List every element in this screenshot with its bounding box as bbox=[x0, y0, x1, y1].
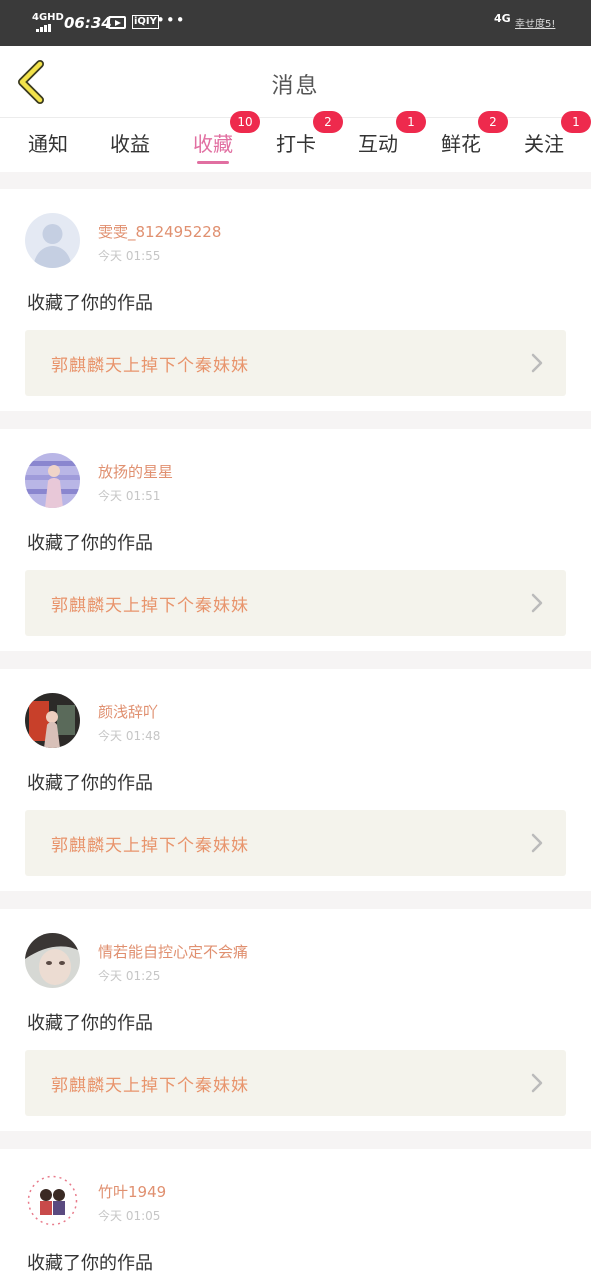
page-title: 消息 bbox=[271, 74, 320, 99]
video-notification-icon bbox=[108, 16, 126, 29]
username[interactable]: 放扬的星星 bbox=[98, 461, 173, 482]
action-text: 收藏了你的作品 bbox=[27, 533, 153, 554]
timestamp: 今天 01:48 bbox=[98, 729, 161, 743]
work-title: 郭麒麟天上掉下个秦妹妹 bbox=[51, 1076, 249, 1096]
work-title: 郭麒麟天上掉下个秦妹妹 bbox=[51, 356, 249, 376]
checkin-badge: 2 bbox=[313, 111, 343, 133]
username[interactable]: 颜浅辞吖 bbox=[98, 701, 158, 722]
avatar[interactable] bbox=[25, 1173, 80, 1228]
tab-label: 互动 bbox=[358, 132, 398, 156]
work-link[interactable]: 郭麒麟天上掉下个秦妹妹 bbox=[25, 330, 566, 396]
avatar[interactable] bbox=[25, 693, 80, 748]
tab-earnings[interactable]: 收益 bbox=[95, 128, 165, 157]
timestamp: 今天 01:55 bbox=[98, 249, 161, 263]
action-text: 收藏了你的作品 bbox=[27, 1253, 153, 1274]
work-title: 郭麒麟天上掉下个秦妹妹 bbox=[51, 836, 249, 856]
message-card: 竹叶1949 今天 01:05 收藏了你的作品 bbox=[0, 1149, 591, 1280]
action-text: 收藏了你的作品 bbox=[27, 293, 153, 314]
status-bar: 4GHD 06:34 iQIY ••• 4G 幸せ度5! bbox=[0, 0, 591, 46]
user-photo-icon bbox=[25, 453, 80, 508]
iqiyi-notification-icon: iQIY bbox=[132, 15, 159, 29]
work-link[interactable]: 郭麒麟天上掉下个秦妹妹 bbox=[25, 1050, 566, 1116]
user-photo-icon bbox=[25, 933, 80, 988]
message-card: 雯雯_812495228 今天 01:55 收藏了你的作品 郭麒麟天上掉下个秦妹… bbox=[0, 189, 591, 411]
tab-label: 收益 bbox=[110, 132, 150, 156]
action-text: 收藏了你的作品 bbox=[27, 1013, 153, 1034]
username[interactable]: 情若能自控心定不会痛 bbox=[98, 941, 248, 962]
active-tab-indicator bbox=[197, 161, 229, 164]
timestamp: 今天 01:05 bbox=[98, 1209, 161, 1223]
message-card: 情若能自控心定不会痛 今天 01:25 收藏了你的作品 郭麒麟天上掉下个秦妹妹 bbox=[0, 909, 591, 1131]
more-notifications-icon: ••• bbox=[156, 11, 186, 29]
chevron-right-icon bbox=[531, 593, 543, 613]
signal-icon bbox=[36, 24, 52, 32]
network-indicator: 4GHD bbox=[32, 12, 64, 23]
work-link[interactable]: 郭麒麟天上掉下个秦妹妹 bbox=[25, 570, 566, 636]
message-card: 放扬的星星 今天 01:51 收藏了你的作品 郭麒麟天上掉下个秦妹妹 bbox=[0, 429, 591, 651]
favorites-badge: 10 bbox=[230, 111, 260, 133]
tab-notifications[interactable]: 通知 bbox=[13, 128, 83, 157]
tab-label: 关注 bbox=[524, 132, 564, 156]
interactions-badge: 1 bbox=[396, 111, 426, 133]
tab-label: 鲜花 bbox=[441, 132, 481, 156]
work-link[interactable]: 郭麒麟天上掉下个秦妹妹 bbox=[25, 810, 566, 876]
network-indicator-right: 4G bbox=[494, 12, 511, 25]
user-photo-icon bbox=[25, 693, 80, 748]
default-avatar-icon bbox=[25, 213, 80, 268]
message-card: 颜浅辞吖 今天 01:48 收藏了你的作品 郭麒麟天上掉下个秦妹妹 bbox=[0, 669, 591, 891]
flowers-badge: 2 bbox=[478, 111, 508, 133]
tab-label: 通知 bbox=[28, 132, 68, 156]
tab-label: 收藏 bbox=[193, 132, 233, 156]
avatar[interactable] bbox=[25, 213, 80, 268]
tab-label: 打卡 bbox=[276, 132, 316, 156]
timestamp: 今天 01:25 bbox=[98, 969, 161, 983]
action-text: 收藏了你的作品 bbox=[27, 773, 153, 794]
avatar[interactable] bbox=[25, 933, 80, 988]
top-bar: 消息 bbox=[0, 46, 591, 118]
timestamp: 今天 01:51 bbox=[98, 489, 161, 503]
status-time: 06:34 bbox=[64, 14, 112, 32]
username[interactable]: 雯雯_812495228 bbox=[98, 221, 221, 242]
chevron-right-icon bbox=[531, 833, 543, 853]
status-text-right: 幸せ度5! bbox=[515, 19, 556, 30]
username[interactable]: 竹叶1949 bbox=[98, 1181, 166, 1202]
avatar[interactable] bbox=[25, 453, 80, 508]
follows-badge: 1 bbox=[561, 111, 591, 133]
chevron-right-icon bbox=[531, 353, 543, 373]
chevron-right-icon bbox=[531, 1073, 543, 1093]
work-title: 郭麒麟天上掉下个秦妹妹 bbox=[51, 596, 249, 616]
user-photo-icon bbox=[25, 1173, 80, 1228]
